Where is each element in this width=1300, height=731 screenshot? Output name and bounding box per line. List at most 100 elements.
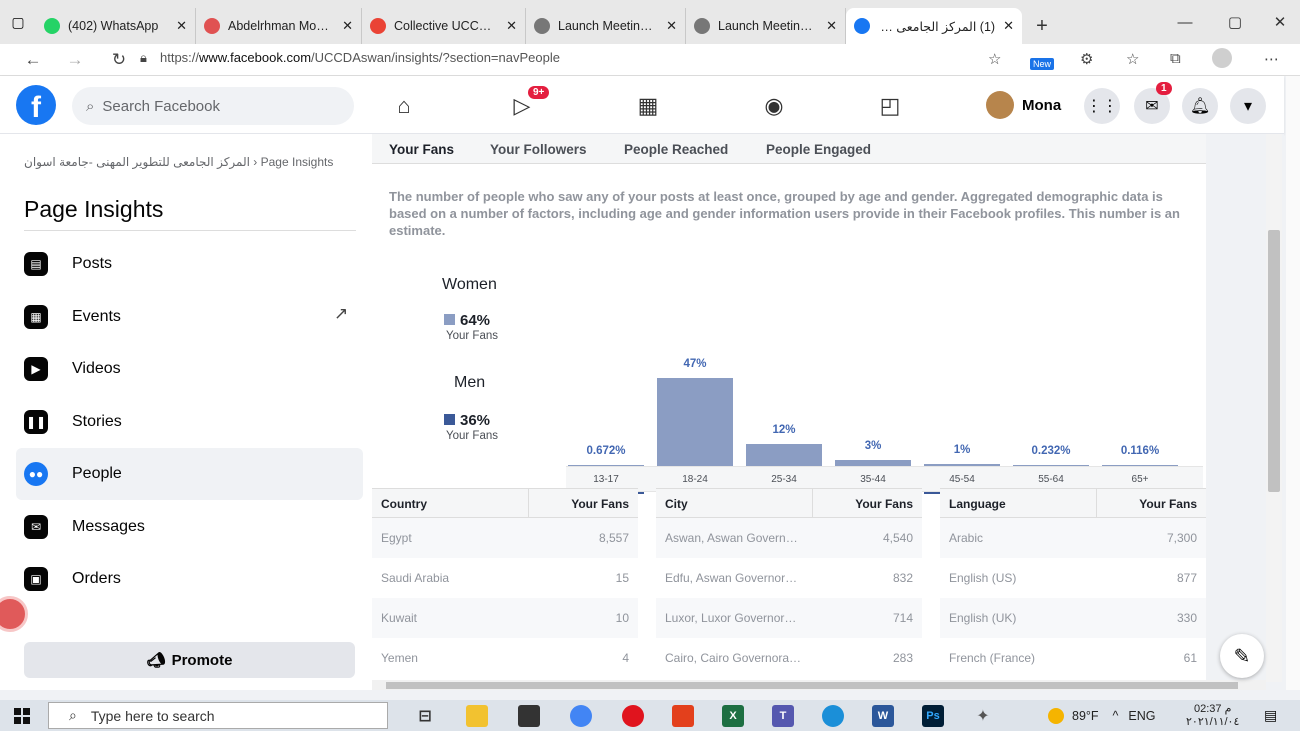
task-view-icon[interactable]: ⊟ [414,705,436,727]
table-cell-name: Yemen [381,651,418,665]
url-field[interactable]: https://www.facebook.com/UCCDAswan/insig… [160,50,560,65]
file-explorer-icon[interactable] [466,705,488,727]
tab-people-reached[interactable]: People Reached [624,142,728,157]
profile-button[interactable]: Mona [986,89,1061,121]
account-chevron-down-icon[interactable]: ▾ [1230,88,1266,124]
browser-tab[interactable]: Collective UCCD Me ✕ [362,8,526,44]
tab-your-followers[interactable]: Your Followers [490,142,587,157]
notifications-bell-icon[interactable]: 🔔︎ [1182,88,1218,124]
app-icon[interactable]: ✦ [972,705,994,727]
browser-menu-icon[interactable]: ⋯ [1264,50,1279,68]
tab-people-engaged[interactable]: People Engaged [766,142,871,157]
store-icon[interactable] [518,705,540,727]
table-cell-name: Luxor, Luxor Governor… [665,611,797,625]
page-scrollbar[interactable] [1286,76,1300,690]
chevron-up-icon[interactable]: ^ [1113,709,1119,723]
teams-icon[interactable]: T [772,705,794,727]
favorites-icon[interactable]: ☆ [1126,50,1139,68]
horizontal-scrollbar-thumb[interactable] [386,682,1238,689]
sidebar-item-messages[interactable]: ✉ Messages [16,501,363,553]
back-button[interactable]: ← [14,50,52,70]
opera-icon[interactable] [622,705,644,727]
marketplace-icon[interactable]: ▦ [628,88,668,124]
browser-tab[interactable]: (1) المركز الجامعى للتطو ✕ [846,8,1022,44]
messenger-icon[interactable]: ✉ 1 [1134,82,1172,124]
table-header: City Your Fans [656,488,922,519]
sidebar-item-videos[interactable]: ▶ Videos [16,343,363,395]
windows-start-icon[interactable] [14,708,30,724]
country-table: Country Your Fans Egypt 8,557 Saudi Arabia 15… [372,488,638,682]
windows-taskbar: ⌕ Type here to search ⊟ X T W Ps ✦ 89°F … [0,700,1300,731]
word-icon[interactable]: W [872,705,894,727]
browser-tab[interactable]: Launch Meeting - Z ✕ [526,8,686,44]
gaming-icon[interactable]: ◰ [870,88,910,124]
edge-icon[interactable] [822,705,844,727]
favorite-star-icon[interactable]: ☆ [988,50,1001,68]
watch-icon[interactable]: ▷ 9+ [502,86,550,124]
close-tab-icon[interactable]: ✕ [666,18,677,34]
browser-profile-icon[interactable] [1212,48,1232,68]
sidebar-item-posts[interactable]: ▤ Posts [16,238,363,290]
menu-grid-icon[interactable]: ⋮⋮ [1084,88,1120,124]
browser-tab[interactable]: Launch Meeting - Z ✕ [686,8,846,44]
taskbar-search-input[interactable]: ⌕ Type here to search [48,702,388,729]
system-tray: 89°F ^ ENG [1048,700,1156,731]
groups-icon[interactable]: ◉ [754,88,794,124]
facebook-logo-icon[interactable]: f [16,85,56,125]
breadcrumb[interactable]: المركز الجامعى للتطوير المهنى -جامعة اسو… [24,154,344,170]
browser-tab[interactable]: Abdelrhman Moham ✕ [196,8,362,44]
tab-your-fans[interactable]: Your Fans [389,142,454,157]
column-header[interactable]: Country [381,497,427,511]
photoshop-icon[interactable]: Ps [922,705,944,727]
new-message-edit-icon[interactable]: ✎ [1220,634,1264,678]
reload-button[interactable]: ↻ [100,50,138,70]
close-tab-icon[interactable]: ✕ [342,18,353,34]
close-tab-icon[interactable]: ✕ [826,18,837,34]
collections-icon[interactable]: ⧉ [1170,50,1181,67]
sidebar-item-orders[interactable]: ▣ Orders [16,553,363,605]
column-header[interactable]: City [665,497,688,511]
forward-button[interactable]: → [56,50,94,70]
restore-button[interactable]: ▢ [1210,0,1260,44]
tab-actions-icon[interactable]: ▢ [0,0,36,44]
weather-temp[interactable]: 89°F [1072,709,1099,723]
office-icon[interactable] [672,705,694,727]
external-link-icon[interactable]: ↗ [334,304,348,324]
close-tab-icon[interactable]: ✕ [176,18,187,34]
clock[interactable]: 02:37 م ٢٠٢١/١١/٠٤ [1186,703,1239,729]
notifications-icon[interactable]: ▤ [1264,707,1277,724]
new-tab-button[interactable]: + [1022,8,1062,44]
sidebar-item-label: Events [72,307,121,325]
facebook-search-input[interactable]: ⌕ Search Facebook [72,87,354,125]
stories-icon: ❚❚ [24,409,48,434]
table-row: Aswan, Aswan Govern… 4,540 [656,518,922,558]
scrollbar-thumb[interactable] [1268,230,1280,492]
chrome-icon[interactable] [570,705,592,727]
home-icon[interactable]: ⌂ [384,88,424,124]
excel-icon[interactable]: X [722,705,744,727]
browser-tab[interactable]: (402) WhatsApp ✕ [36,8,196,44]
insights-tabs: Your Fans Your Followers People Reached Peo… [372,134,1206,164]
column-header[interactable]: Your Fans [1139,497,1197,511]
table-cell-name: Kuwait [381,611,418,625]
extensions-icon[interactable]: ⚙ [1080,50,1093,68]
age-label: 35-44 [860,474,886,485]
sidebar-item-stories[interactable]: ❚❚ Stories [16,396,363,448]
column-header[interactable]: Your Fans [855,497,913,511]
table-cell-value: 61 [1183,651,1197,665]
promote-button[interactable]: 📣︎ Promote [24,642,355,678]
language-indicator[interactable]: ENG [1128,709,1155,723]
column-header[interactable]: Language [949,497,1006,511]
watch-badge: 9+ [528,86,550,99]
close-tab-icon[interactable]: ✕ [506,18,517,34]
weather-sun-icon[interactable] [1048,707,1064,724]
close-window-button[interactable]: ✕ [1255,0,1300,44]
column-header[interactable]: Your Fans [571,497,629,511]
minimize-button[interactable]: — [1160,0,1210,44]
extension-new-icon[interactable]: New [1030,58,1055,70]
close-tab-icon[interactable]: ✕ [1003,18,1014,34]
sidebar-item-people[interactable]: ●● People [16,448,363,500]
lock-icon[interactable]: 🔒︎ [140,50,147,66]
sidebar-item-events[interactable]: ▦ Events [16,291,363,343]
women-pct-label: 12% [772,423,796,436]
